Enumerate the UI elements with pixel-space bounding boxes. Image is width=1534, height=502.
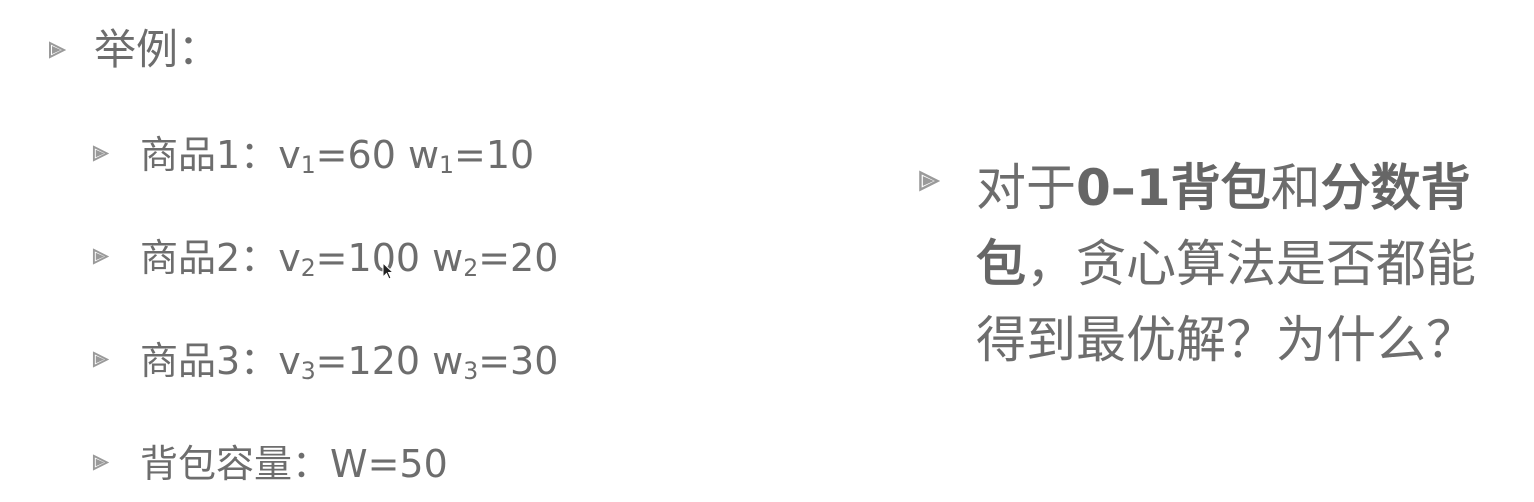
item-capacity: 背包容量：W=50 (140, 442, 448, 486)
example-heading: 举例： (94, 25, 221, 74)
bullet-arrow-icon (92, 454, 109, 471)
mouse-cursor-icon (382, 261, 395, 284)
item-product-3: 商品3：v3=120 w3=30 (140, 339, 559, 386)
bullet-arrow-icon (918, 170, 940, 192)
term-01-knapsack: 0–1背包 (1076, 159, 1271, 217)
item-product-1: 商品1：v1=60 w1=10 (140, 133, 535, 180)
bullet-arrow-icon (92, 145, 109, 162)
bullet-arrow-icon (48, 41, 66, 59)
item-product-2: 商品2：v2=100 w2=20 (140, 236, 559, 283)
bullet-arrow-icon (92, 351, 109, 368)
bullet-arrow-icon (92, 248, 109, 265)
question-text: 对于0–1背包和分数背包，贪心算法是否都能得到最优解？为什么？ (976, 159, 1476, 369)
